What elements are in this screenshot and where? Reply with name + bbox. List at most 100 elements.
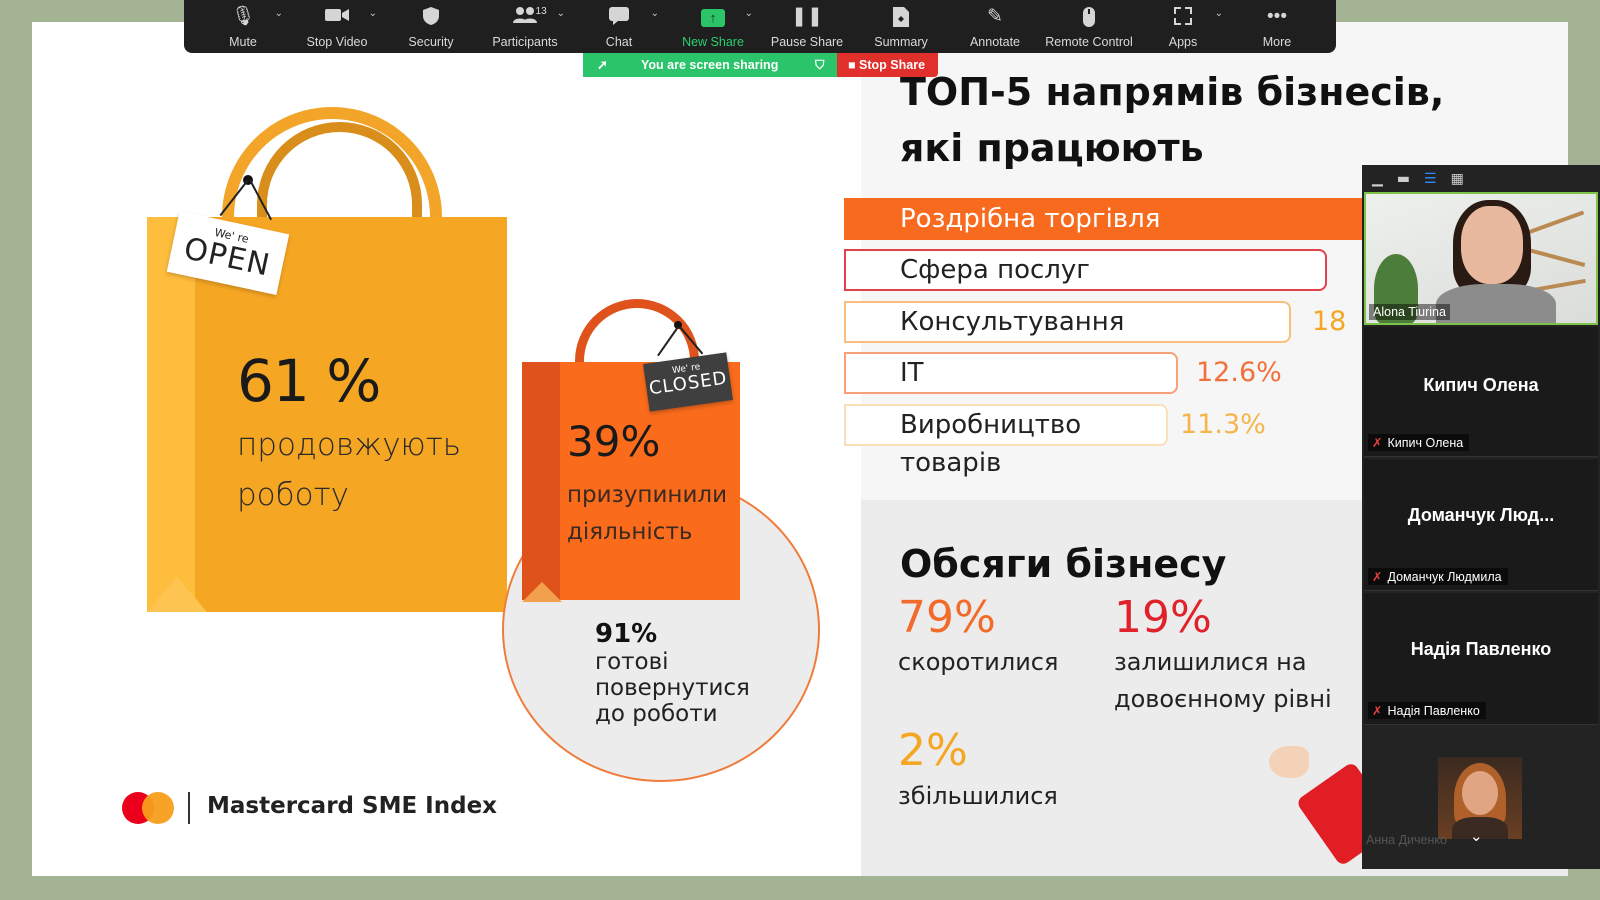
return-percent: 91%	[595, 619, 658, 649]
closed-text-line: призупинили	[567, 482, 728, 508]
new-share-label: New Share	[682, 35, 744, 49]
open-text: продовжують роботу	[237, 420, 461, 520]
security-button[interactable]: Security	[387, 0, 475, 53]
mute-label: Mute	[229, 35, 257, 49]
person-face	[1461, 206, 1523, 284]
chevron-down-icon[interactable]: ⌄	[1470, 827, 1483, 845]
pause-share-label: Pause Share	[770, 35, 844, 49]
annotate-label: Annotate	[969, 35, 1021, 49]
speaker-view-icon[interactable]: ☰	[1424, 171, 1437, 187]
chat-button[interactable]: ⌄ Chat	[575, 0, 663, 53]
annotate-button[interactable]: ✎ Annotate	[951, 0, 1039, 53]
participant-name-label: ✗ Кипич Олена	[1368, 434, 1470, 451]
participants-count: 13	[535, 6, 547, 17]
mic-muted-icon: ✗	[1372, 570, 1383, 584]
screen-sharing-banner: ➚ You are screen sharing ⛉	[583, 53, 839, 77]
chevron-down-icon[interactable]: ⌄	[745, 8, 753, 19]
participant-display-name: Надія Павленко	[1410, 639, 1552, 659]
participant-display-name: Доманчук Люд...	[1407, 505, 1555, 525]
participants-video-panel: ▁ ▬ ☰ ▦ Alona Tiurina Кипич Олена ✗ Кипич…	[1362, 165, 1600, 869]
share-arrow-icon: ➚	[597, 57, 608, 72]
top5-pct-it: 12.6%	[1196, 357, 1282, 388]
share-screen-icon: ↑	[701, 6, 725, 28]
pencil-icon: ✎	[987, 6, 1003, 27]
return-text-line: до роботи	[595, 701, 718, 727]
volume-text-line: довоєнному рівні	[1114, 685, 1332, 713]
apps-label: Apps	[1168, 35, 1198, 49]
chevron-down-icon[interactable]: ⌄	[651, 8, 659, 19]
closed-bag-side	[522, 362, 560, 600]
participants-button[interactable]: 13 ⌄ Participants	[481, 0, 569, 53]
pointing-hand-illustration	[1269, 746, 1309, 778]
sharing-status-text: You are screen sharing	[641, 58, 779, 72]
person-body	[1436, 284, 1556, 323]
volume-text-line: скоротилися	[898, 648, 1059, 676]
volume-text-line: залишилися на	[1114, 648, 1307, 676]
self-video-tile[interactable]: Alona Tiurina	[1364, 192, 1598, 325]
stop-square-icon: ■	[848, 58, 856, 72]
new-share-button[interactable]: ↑ ⌄ New Share	[669, 0, 757, 53]
stop-video-button[interactable]: ⌄ Stop Video	[293, 0, 381, 53]
top5-bar-consulting: Консультування	[844, 301, 1291, 343]
closed-text: призупинили діяльність	[567, 477, 727, 551]
top5-pct-manufacturing: 11.3%	[1180, 409, 1266, 440]
return-text-line: повернутися	[595, 675, 750, 701]
more-dots-icon: •••	[1267, 6, 1287, 27]
apps-button[interactable]: ⌄ Apps	[1139, 0, 1227, 53]
remote-control-button[interactable]: Remote Control	[1045, 0, 1133, 53]
summary-button[interactable]: Summary	[857, 0, 945, 53]
single-view-icon[interactable]: ▬	[1397, 171, 1410, 187]
participant-tile[interactable]: Доманчук Люд... ✗ Доманчук Людмила	[1364, 459, 1598, 591]
volume-text-increased: збільшилися	[898, 778, 1058, 815]
shield-icon	[422, 6, 440, 32]
participant-display-name: Кипич Олена	[1423, 375, 1539, 395]
pause-icon: ❚❚	[791, 6, 823, 27]
brand-divider	[188, 792, 190, 824]
microphone-icon: 🎙	[230, 6, 256, 27]
participant-label-text: Кипич Олена	[1387, 436, 1464, 450]
closed-bag-fold	[522, 582, 562, 602]
volume-pct-increased: 2%	[898, 725, 968, 776]
stop-share-button[interactable]: ■ Stop Share	[837, 53, 938, 77]
open-bag-fold	[147, 577, 207, 612]
participants-icon	[512, 6, 538, 30]
volume-text-line: збільшилися	[898, 782, 1058, 810]
pause-share-button[interactable]: ❚❚ Pause Share	[763, 0, 851, 53]
participant-tile[interactable]: Надія Павленко ✗ Надія Павленко	[1364, 593, 1598, 725]
security-label: Security	[408, 35, 454, 49]
participant-name-label: Анна Диченко	[1366, 833, 1447, 847]
open-text-line: роботу	[237, 477, 349, 513]
apps-icon	[1173, 6, 1193, 32]
minimize-icon[interactable]: ▁	[1372, 171, 1383, 187]
closed-percent: 39%	[567, 417, 661, 466]
chevron-down-icon[interactable]: ⌄	[1215, 8, 1223, 19]
mute-button[interactable]: 🎙 ⌄ Mute	[199, 0, 287, 53]
panel-header: ▁ ▬ ☰ ▦	[1362, 165, 1600, 192]
more-button[interactable]: ••• More	[1233, 0, 1321, 53]
chat-bubble-icon	[608, 6, 630, 32]
participant-label-text: Надія Павленко	[1387, 704, 1480, 718]
mastercard-logo-icon	[122, 792, 174, 824]
open-percent: 61 %	[237, 347, 381, 415]
chevron-down-icon[interactable]: ⌄	[275, 8, 283, 19]
mastercard-logo-yellow-circle	[142, 792, 174, 824]
top5-title: ТОП-5 напрямів бізнесів, які працюють	[900, 64, 1460, 176]
top5-bar-manufacturing: Виробництво товарів	[844, 404, 1168, 478]
participant-label-text: Доманчук Людмила	[1387, 570, 1502, 584]
participant-tile[interactable]: Кипич Олена ✗ Кипич Олена	[1364, 327, 1598, 457]
participant-name-label: ✗ Надія Павленко	[1368, 702, 1486, 719]
chevron-down-icon[interactable]: ⌄	[369, 8, 377, 19]
shield-check-icon: ⛉	[815, 58, 825, 72]
top5-pct-consulting: 18	[1312, 306, 1347, 337]
volume-text-decreased: скоротилися	[898, 644, 1058, 681]
participant-name-label: ✗ Доманчук Людмила	[1368, 568, 1508, 585]
self-name-label: Alona Tiurina	[1369, 304, 1450, 320]
chevron-down-icon[interactable]: ⌄	[557, 8, 565, 19]
mic-muted-icon: ✗	[1372, 704, 1383, 718]
more-label: More	[1262, 35, 1292, 49]
mic-muted-icon: ✗	[1372, 436, 1383, 450]
gallery-view-icon[interactable]: ▦	[1451, 171, 1464, 187]
top5-title-line: ТОП-5 напрямів бізнесів,	[900, 70, 1445, 114]
summary-label: Summary	[874, 35, 928, 49]
presentation-slide: We' re OPEN 61 % продовжують роботу We' …	[32, 22, 1568, 876]
